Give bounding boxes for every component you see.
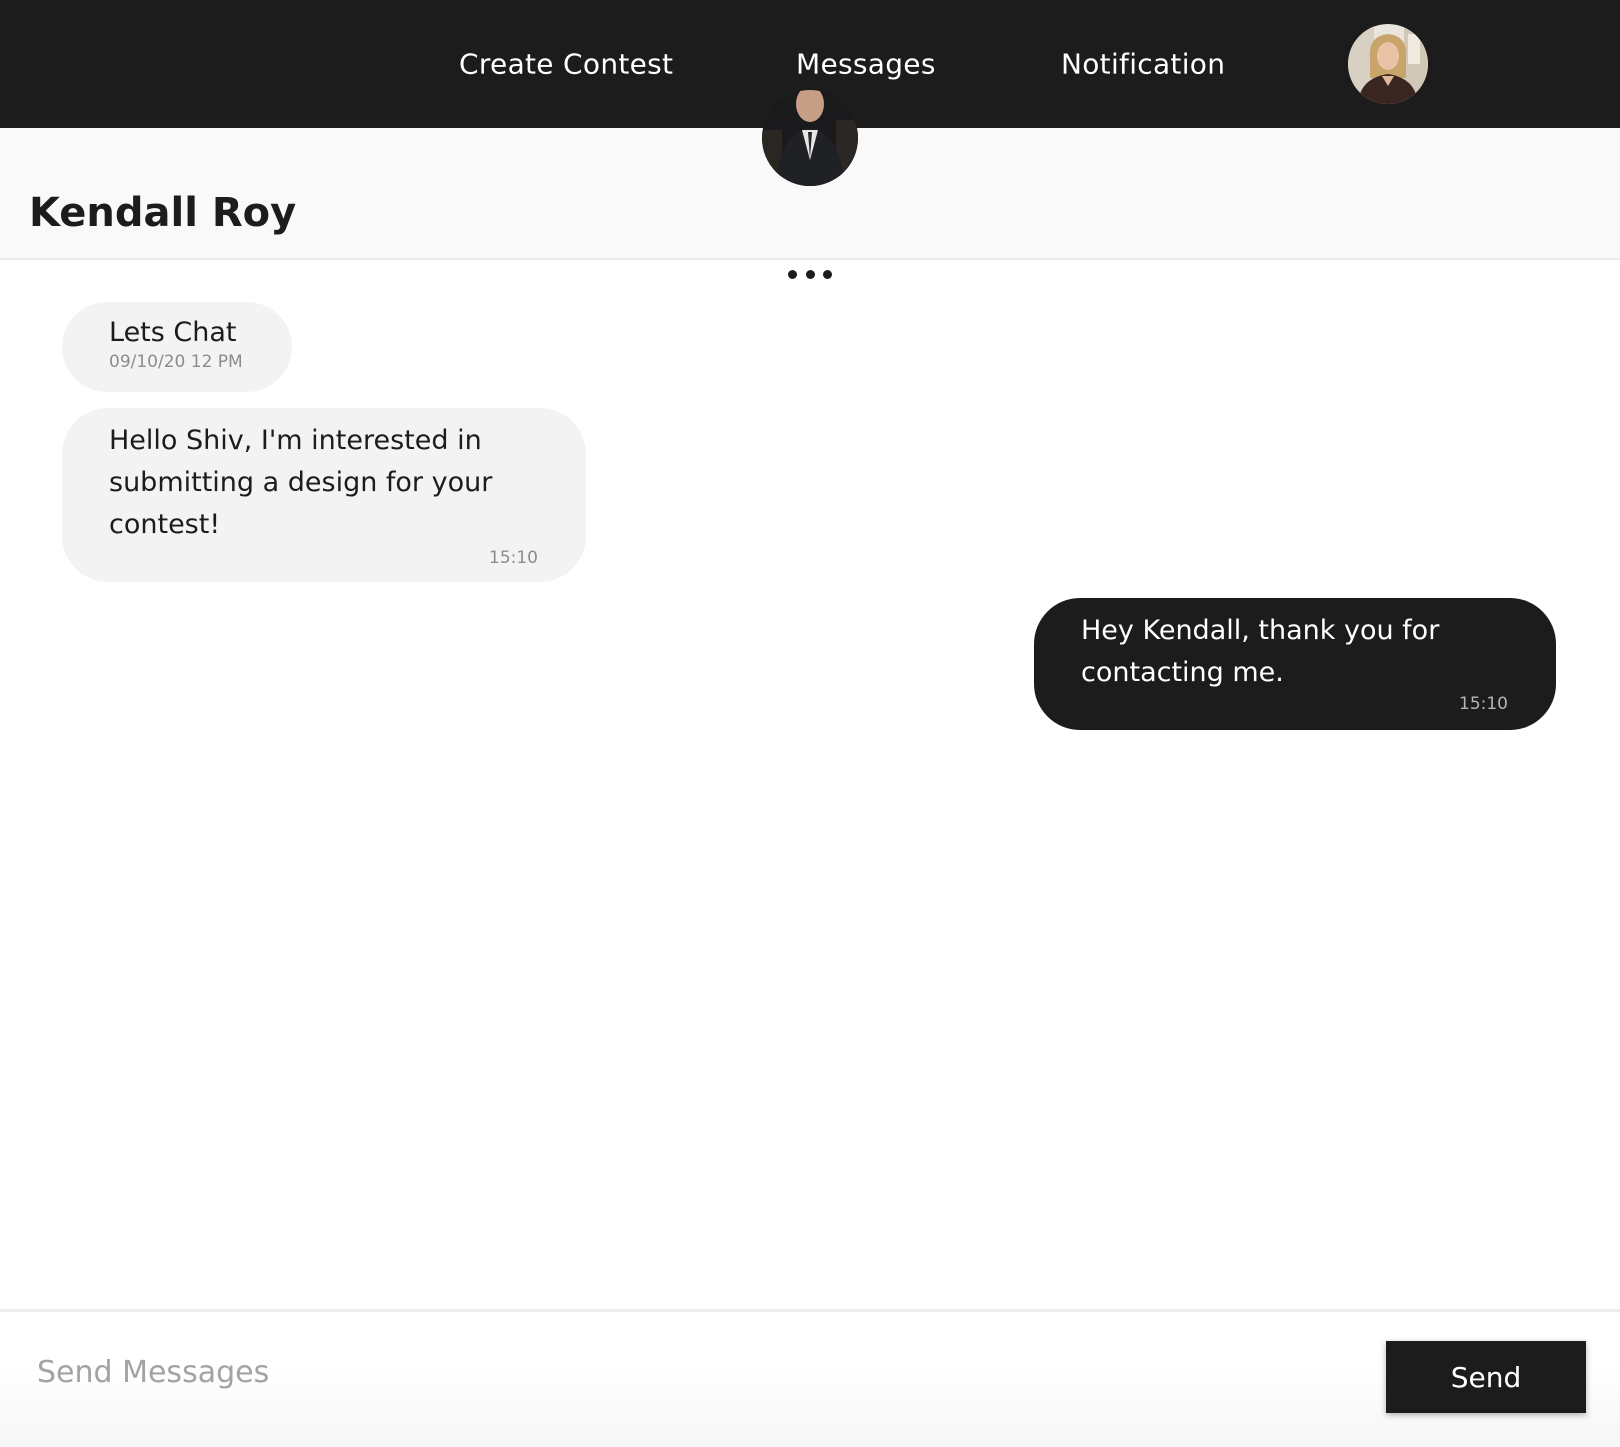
dot xyxy=(805,269,815,279)
contact-avatar[interactable] xyxy=(762,90,858,186)
nav-messages[interactable]: Messages xyxy=(796,48,936,81)
message-bubble-incoming: Hello Shiv, I'm interested in submitting… xyxy=(62,408,586,582)
message-text: Hello Shiv, I'm interested in submitting… xyxy=(109,425,493,540)
message-time: 15:10 xyxy=(1459,694,1508,714)
more-options-icon[interactable] xyxy=(788,266,832,282)
contact-avatar-image xyxy=(762,90,858,186)
send-button[interactable]: Send xyxy=(1386,1341,1586,1413)
nav-create-contest[interactable]: Create Contest xyxy=(459,48,673,81)
message-text: Hey Kendall, thank you for contacting me… xyxy=(1081,615,1440,688)
message-text: Lets Chat xyxy=(109,317,237,348)
message-date: 09/10/20 12 PM xyxy=(109,352,243,372)
message-time: 15:10 xyxy=(489,548,538,568)
user-avatar[interactable] xyxy=(1348,24,1428,104)
dot xyxy=(788,269,797,279)
contact-name: Kendall Roy xyxy=(29,190,297,236)
message-composer: Send xyxy=(0,1309,1620,1447)
nav-notification[interactable]: Notification xyxy=(1061,48,1225,81)
message-input[interactable] xyxy=(26,1342,1378,1402)
dot xyxy=(823,269,832,279)
message-bubble-incoming: Lets Chat 09/10/20 12 PM xyxy=(62,302,292,392)
user-avatar-image xyxy=(1348,24,1428,104)
message-bubble-outgoing: Hey Kendall, thank you for contacting me… xyxy=(1034,598,1556,730)
